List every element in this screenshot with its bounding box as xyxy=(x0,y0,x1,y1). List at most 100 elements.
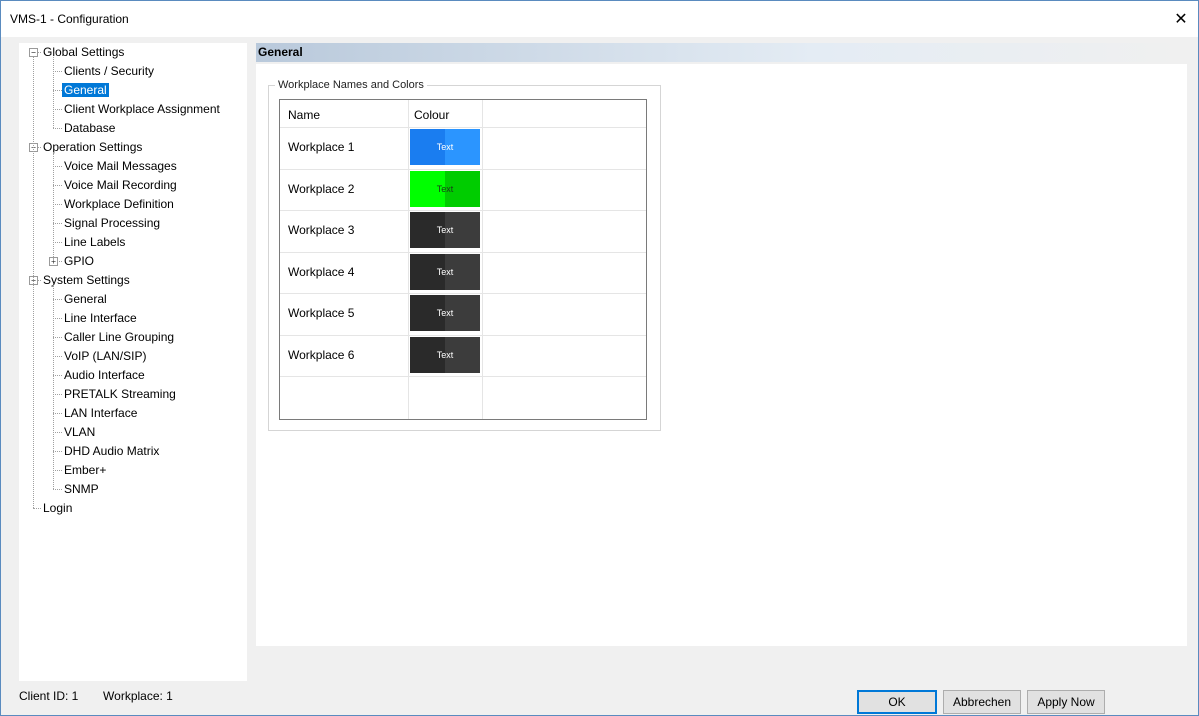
workplace-label: Workplace: 1 xyxy=(103,689,173,703)
tree-item-label: Line Interface xyxy=(64,311,137,325)
tree-item-voice-mail-messages[interactable]: Voice Mail Messages xyxy=(62,157,179,176)
tree-connector xyxy=(53,489,62,490)
tree-connector xyxy=(53,242,62,243)
tree-item-label: Login xyxy=(43,501,73,515)
tree-item-pretalk-streaming[interactable]: PRETALK Streaming xyxy=(62,385,178,404)
tree-item-database[interactable]: Database xyxy=(62,119,117,138)
tree-item-label: Clients / Security xyxy=(64,64,155,78)
tree-item-snmp[interactable]: SNMP xyxy=(62,480,101,499)
collapse-icon[interactable]: − xyxy=(29,48,38,57)
tree-item-vlan[interactable]: VLAN xyxy=(62,423,97,442)
tree-connector xyxy=(53,90,62,91)
tree-item-gpio[interactable]: GPIO xyxy=(62,252,96,271)
workplace-name-cell[interactable]: Workplace 6 xyxy=(288,348,354,362)
tree-item-label: Operation Settings xyxy=(43,140,143,154)
tree-item-label: Voice Mail Recording xyxy=(64,178,177,192)
tree-item-label: LAN Interface xyxy=(64,406,138,420)
workplace-name-cell[interactable]: Workplace 5 xyxy=(288,306,354,320)
tree-item-general[interactable]: General xyxy=(62,81,109,100)
tree-item-label: DHD Audio Matrix xyxy=(64,444,160,458)
tree-item-clients-security[interactable]: Clients / Security xyxy=(62,62,156,81)
grid-row-divider xyxy=(280,168,646,170)
grid-row-divider xyxy=(280,251,646,253)
tree-item-label: VLAN xyxy=(64,425,96,439)
tree-item-line-interface[interactable]: Line Interface xyxy=(62,309,139,328)
grid-body: Name Colour Workplace 1 Text Workplace 2 Te… xyxy=(280,100,646,420)
tree-item-label: Ember+ xyxy=(64,463,107,477)
tree-connector xyxy=(53,451,62,452)
tree-connector xyxy=(33,508,41,509)
tree-connector xyxy=(53,394,62,395)
workplace-name-cell[interactable]: Workplace 2 xyxy=(288,182,354,196)
tree-item-system-settings[interactable]: System Settings xyxy=(41,271,132,290)
colour-swatch[interactable]: Text xyxy=(410,336,480,373)
swatch-text: Text xyxy=(436,225,454,235)
swatch-text: Text xyxy=(436,183,454,194)
tree-connector xyxy=(53,356,62,357)
ok-button[interactable]: OK xyxy=(857,690,937,714)
window-title: VMS-1 - Configuration xyxy=(10,12,129,26)
tree-connector xyxy=(53,337,62,338)
tree-item-audio-interface[interactable]: Audio Interface xyxy=(62,366,147,385)
tree-item-label: Database xyxy=(64,121,116,135)
tree-connector xyxy=(53,166,62,167)
close-icon[interactable]: ✕ xyxy=(1164,1,1198,37)
grid-row-divider xyxy=(280,334,646,336)
grid-row-divider xyxy=(280,293,646,294)
grid-column-divider xyxy=(408,100,409,419)
tree-item-dhd-audio-matrix[interactable]: DHD Audio Matrix xyxy=(62,442,161,461)
tree-item-voip-lan-sip[interactable]: VoIP (LAN/SIP) xyxy=(62,347,148,366)
workplace-name-cell[interactable]: Workplace 1 xyxy=(288,140,354,154)
workplace-grid[interactable]: Name Colour Workplace 1 Text Workplace 2 Te… xyxy=(279,99,647,420)
tree-item-label: Workplace Definition xyxy=(64,197,174,211)
tree-item-login[interactable]: Login xyxy=(41,499,74,518)
tree-item-ember[interactable]: Ember+ xyxy=(62,461,108,480)
tree-item-lan-interface[interactable]: LAN Interface xyxy=(62,404,139,423)
tree-connector xyxy=(53,432,62,433)
title-bar: VMS-1 - Configuration ✕ xyxy=(1,1,1198,37)
tree-connector xyxy=(53,413,62,414)
colour-swatch[interactable]: Text xyxy=(410,212,480,248)
colour-swatch[interactable]: Text xyxy=(410,253,480,290)
workplace-name-cell[interactable]: Workplace 4 xyxy=(288,265,354,279)
tree-item-label: Signal Processing xyxy=(64,216,161,230)
colour-swatch[interactable]: Text xyxy=(410,170,480,207)
tree-item-operation-settings[interactable]: Operation Settings xyxy=(41,138,144,157)
tree-item-label: Voice Mail Messages xyxy=(64,159,177,173)
tree-connector xyxy=(53,375,62,376)
tree-item-label: Caller Line Grouping xyxy=(64,330,175,344)
tree-connector xyxy=(53,470,62,471)
tree-connector xyxy=(53,223,62,224)
tree-item-label: VoIP (LAN/SIP) xyxy=(64,349,147,363)
tree-connector xyxy=(53,109,62,110)
tree-item-label: PRETALK Streaming xyxy=(64,387,176,401)
colour-swatch[interactable]: Text xyxy=(410,295,480,331)
tree-item-signal-processing[interactable]: Signal Processing xyxy=(62,214,162,233)
page-title: General xyxy=(256,43,1187,62)
tree-item-label: Line Labels xyxy=(64,235,126,249)
swatch-text: Text xyxy=(436,349,454,360)
tree-connector xyxy=(53,71,62,72)
workplace-name-cell[interactable]: Workplace 3 xyxy=(288,223,354,237)
tree-connector xyxy=(53,152,54,261)
colour-swatch[interactable]: Text xyxy=(410,129,480,165)
tree-item-workplace-definition[interactable]: Workplace Definition xyxy=(62,195,176,214)
tree-item-label: Client Workplace Assignment xyxy=(64,102,220,116)
apply-now-button[interactable]: Apply Now xyxy=(1027,690,1105,714)
tree-item-client-workplace-assignment[interactable]: Client Workplace Assignment xyxy=(62,100,222,119)
client-id-label: Client ID: 1 xyxy=(19,689,79,703)
tree-item-label: System Settings xyxy=(43,273,130,287)
tree-item-caller-line-grouping[interactable]: Caller Line Grouping xyxy=(62,328,176,347)
tree-item-general[interactable]: General xyxy=(62,290,109,309)
tree-item-voice-mail-recording[interactable]: Voice Mail Recording xyxy=(62,176,179,195)
tree-connector xyxy=(53,57,54,128)
tree-item-line-labels[interactable]: Line Labels xyxy=(62,233,127,252)
tree-connector xyxy=(53,285,54,489)
grid-row-divider xyxy=(280,376,646,377)
settings-tree[interactable]: Global Settings − Clients / Security Genera… xyxy=(19,43,247,681)
cancel-button[interactable]: Abbrechen xyxy=(943,690,1021,714)
tree-item-label: Audio Interface xyxy=(64,368,145,382)
tree-connector xyxy=(53,299,62,300)
status-bar: Client ID: 1 Workplace: 1 xyxy=(19,689,173,703)
column-header-colour: Colour xyxy=(414,108,450,122)
